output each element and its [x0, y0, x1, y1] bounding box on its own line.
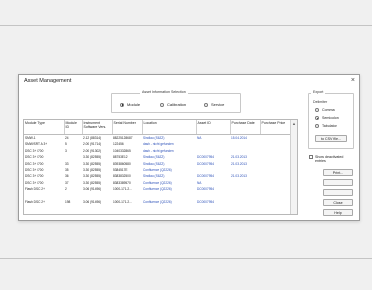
table-cell: 2.12 (88314) [83, 136, 102, 140]
close-button[interactable]: Close [323, 199, 353, 206]
radio-dot-service[interactable] [204, 102, 208, 107]
disabled-button-1[interactable] [323, 179, 353, 186]
radio-label-comma: Comma [322, 108, 335, 112]
disabled-button-2[interactable] [323, 189, 353, 196]
delimiter-label: Delimiter [313, 100, 328, 104]
table-cell: Confluence (Q2226) [143, 200, 172, 205]
column-header[interactable]: Purchase Price [260, 120, 292, 135]
csv-export-button[interactable]: to CSV file... [315, 135, 347, 142]
table-cell: 88225128687 [113, 136, 133, 140]
table-cell: 3.06 (91496) [83, 200, 102, 205]
info-selector-label: Asset Information Selection [140, 90, 188, 94]
radio-service[interactable]: Service [204, 102, 224, 107]
radio-dot-comma[interactable] [315, 108, 319, 112]
vertical-scrollbar[interactable]: ▲ [290, 120, 297, 214]
radio-module[interactable]: Module [120, 102, 140, 107]
table-cell [230, 199, 260, 205]
column-header[interactable]: Module Type [24, 120, 65, 135]
radio-label-service: Service [211, 102, 225, 107]
scroll-up-icon[interactable]: ▲ [292, 121, 296, 126]
table-header-row: Module Type Module ID Instrument Softwar… [24, 120, 292, 135]
window-title: Asset Management [24, 78, 72, 84]
column-header[interactable]: Asset ID [196, 120, 231, 135]
column-header[interactable]: Serial Number [112, 120, 143, 135]
show-deactivated-label: Show deactivated entries [315, 155, 344, 164]
radio-label-semicolon: Semicolon [322, 116, 339, 120]
radio-dot-module[interactable] [120, 102, 124, 107]
radio-label-module: Module [127, 102, 141, 107]
radio-calibration[interactable]: Calibration [160, 102, 186, 107]
radio-label-tabulator: Tabulator [322, 124, 337, 128]
info-selector-group: Asset Information Selection Module Calib… [111, 90, 241, 113]
table-row[interactable]: SMW-1 24 2.12 (88314) 88225128687 Sindlau (S… [24, 135, 291, 142]
table-cell: Sindlau (S6ZZ) [143, 136, 165, 140]
export-label: Export [311, 90, 326, 94]
table-row[interactable]: Flash DSC 2+ 198 3.06 (91496) 1000-171.2...… [24, 199, 291, 205]
page-rule-top [0, 25, 372, 26]
radio-label-calibration: Calibration [167, 102, 187, 107]
table-cell: SMW-1 [25, 136, 36, 140]
help-button[interactable]: Help [323, 209, 353, 216]
column-header[interactable]: Purchase Date [230, 120, 261, 135]
radio-semicolon[interactable]: Semicolon [315, 116, 339, 120]
table-cell: Flash DSC 2+ [25, 200, 45, 205]
radio-dot-calibration[interactable] [160, 102, 164, 107]
radio-tabulator[interactable]: Tabulator [315, 124, 337, 128]
table-cell: DC0007954 [197, 200, 215, 205]
table-cell: 15.04.2014 [231, 136, 247, 140]
close-icon[interactable]: × [351, 76, 355, 85]
radio-dot-tabulator[interactable] [315, 124, 319, 128]
asset-table[interactable]: Module Type Module ID Instrument Softwar… [23, 119, 298, 215]
export-group: Export Delimiter Comma Semicolon Tabulat… [308, 90, 354, 149]
column-header[interactable]: Module ID [64, 120, 83, 135]
table-cell: NA [197, 136, 202, 140]
table-cell [260, 199, 291, 205]
checkbox-box[interactable] [309, 155, 313, 160]
page-rule-bottom [0, 258, 372, 259]
column-header[interactable]: Instrument Software Vers. [82, 120, 113, 135]
table-cell: 1000-171.2... [113, 200, 132, 205]
radio-dot-semicolon[interactable] [315, 116, 319, 120]
radio-comma[interactable]: Comma [315, 108, 335, 112]
table-cell [260, 135, 291, 142]
asset-management-dialog: Asset Management × Asset Information Sel… [18, 74, 360, 221]
show-deactivated-checkbox[interactable]: Show deactivated entries [309, 155, 353, 163]
titlebar: Asset Management × [19, 75, 359, 87]
table-cell: 24 [65, 136, 69, 140]
asset-table-body: Module Type Module ID Instrument Softwar… [24, 120, 292, 205]
column-header[interactable]: Location [142, 120, 197, 135]
print-button[interactable]: Print... [323, 169, 353, 176]
table-cell: 198 [65, 200, 71, 205]
